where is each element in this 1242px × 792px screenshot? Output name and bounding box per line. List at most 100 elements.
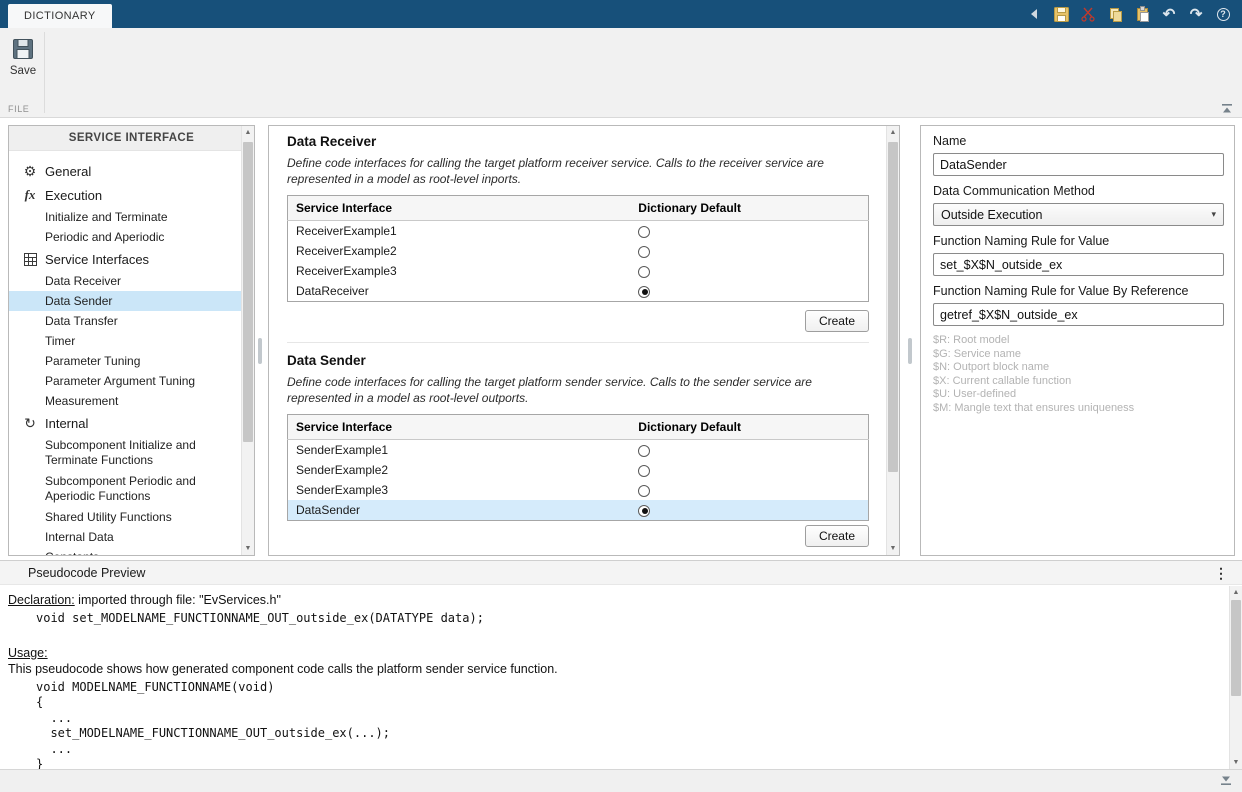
service-interface-name[interactable]: DataSender [288,500,631,521]
dictionary-default-radio[interactable] [638,246,650,258]
create-sender-button[interactable]: Create [805,525,869,547]
dictionary-default-radio[interactable] [638,226,650,238]
sidebar-item-label: Execution [45,188,102,203]
table-row[interactable]: SenderExample3 [288,480,869,500]
section-description: Define code interfaces for calling the t… [287,155,869,187]
dictionary-default-radio[interactable] [638,266,650,278]
value-rule-input[interactable] [933,253,1224,276]
sidebar-item-label: Measurement [45,394,118,408]
sidebar-item-measurement[interactable]: Measurement [9,391,241,411]
sidebar-item-subcomponent-periodic-aperiodic[interactable]: Subcomponent Periodic and Aperiodic Func… [9,471,241,507]
sidebar-item-data-sender[interactable]: Data Sender [9,291,241,311]
collapse-toolstrip-icon[interactable] [1220,103,1234,114]
create-receiver-button[interactable]: Create [805,310,869,332]
button-row: Create [287,525,869,547]
column-header-service-interface: Service Interface [288,415,631,440]
sidebar-item-subcomponent-initialize-terminate[interactable]: Subcomponent Initialize and Terminate Fu… [9,435,241,471]
copy-icon[interactable] [1106,5,1124,23]
main-panel-scrollbar[interactable]: ▲ ▼ [886,126,899,555]
collapse-down-icon [1219,775,1233,786]
service-interface-name[interactable]: SenderExample3 [288,480,631,500]
scroll-up-icon[interactable]: ▲ [242,126,254,139]
scroll-up-icon[interactable]: ▲ [887,126,899,139]
data-communication-method-select[interactable]: Outside Execution ▾ [933,203,1224,226]
clipboard-icon [1134,6,1151,23]
undo-icon[interactable]: ↶ [1160,5,1178,23]
sidebar-item-label: Subcomponent Periodic and Aperiodic Func… [45,474,231,504]
scrollbar-thumb[interactable] [1231,600,1241,696]
kebab-menu-icon[interactable]: ⋮ [1214,561,1228,585]
table-row[interactable]: ReceiverExample3 [288,261,869,281]
redo-icon[interactable]: ↷ [1187,5,1205,23]
pseudocode-scrollbar[interactable]: ▲ ▼ [1229,586,1242,769]
usage-code: void MODELNAME_FUNCTIONNAME(void) { ... … [8,680,1228,770]
sidebar-item-constants[interactable]: Constants [9,547,241,555]
data-communication-method-label: Data Communication Method [933,184,1224,198]
cut-icon[interactable] [1079,5,1097,23]
sidebar-item-timer[interactable]: Timer [9,331,241,351]
scrollbar-thumb[interactable] [888,142,898,472]
dictionary-default-radio[interactable] [638,465,650,477]
help-icon[interactable]: ? [1214,5,1232,23]
section-title: Data Sender [287,353,869,368]
ref-rule-label: Function Naming Rule for Value By Refere… [933,284,1224,298]
name-label: Name [933,134,1224,148]
grid-icon [22,253,38,266]
tab-dictionary[interactable]: DICTIONARY [8,4,112,28]
tree-panel-body: ⚙ General fx Execution Initialize and Te… [9,151,241,555]
service-interface-name[interactable]: SenderExample2 [288,460,631,480]
dictionary-default-radio[interactable] [638,445,650,457]
save-button[interactable]: Save [4,36,42,77]
sidebar-item-parameter-tuning[interactable]: Parameter Tuning [9,351,241,371]
ribbon-divider [44,32,45,113]
ribbon: Save FILE [0,28,1242,118]
hint-line: $N: Outport block name [933,361,1224,375]
sidebar-item-service-interfaces[interactable]: Service Interfaces [9,247,241,271]
service-interface-name[interactable]: ReceiverExample1 [288,221,631,242]
sidebar-item-execution[interactable]: fx Execution [9,183,241,207]
sidebar-item-general[interactable]: ⚙ General [9,159,241,183]
sidebar-item-shared-utility-functions[interactable]: Shared Utility Functions [9,507,241,527]
dictionary-default-radio[interactable] [638,286,650,298]
scroll-down-icon[interactable]: ▼ [242,542,254,555]
service-interface-name[interactable]: ReceiverExample2 [288,241,631,261]
sidebar-item-initialize-and-terminate[interactable]: Initialize and Terminate [9,207,241,227]
hint-line: $G: Service name [933,348,1224,362]
table-row[interactable]: ReceiverExample1 [288,221,869,242]
scrollbar-thumb[interactable] [243,142,253,442]
panel-resize-grip[interactable] [908,338,912,364]
toolbar-overflow-left-icon[interactable] [1025,5,1043,23]
pseudocode-preview-header: Pseudocode Preview ⋮ [0,560,1242,585]
table-row[interactable]: ReceiverExample2 [288,241,869,261]
dictionary-default-radio[interactable] [638,505,650,517]
quick-access-toolbar: ↶ ↷ ? [1025,0,1232,28]
service-interface-name[interactable]: DataReceiver [288,281,631,302]
table-row[interactable]: DataReceiver [288,281,869,302]
tree-scrollbar[interactable]: ▲ ▼ [241,126,254,555]
dictionary-default-radio[interactable] [638,485,650,497]
service-interface-name[interactable]: SenderExample1 [288,440,631,461]
paste-icon[interactable] [1133,5,1151,23]
collapse-panel-icon[interactable] [1219,775,1233,786]
table-row[interactable]: SenderExample1 [288,440,869,461]
ref-rule-input[interactable] [933,303,1224,326]
sidebar-item-data-receiver[interactable]: Data Receiver [9,271,241,291]
usage-label: Usage: [8,646,48,660]
scroll-down-icon[interactable]: ▼ [887,542,899,555]
save-icon[interactable] [1052,5,1070,23]
sidebar-item-internal-data[interactable]: Internal Data [9,527,241,547]
table-row-selected[interactable]: DataSender [288,500,869,521]
section-description: Define code interfaces for calling the t… [287,374,869,406]
scroll-down-icon[interactable]: ▼ [1230,756,1242,769]
table-row[interactable]: SenderExample2 [288,460,869,480]
scroll-up-icon[interactable]: ▲ [1230,586,1242,599]
panel-resize-grip[interactable] [258,338,262,364]
service-interface-name[interactable]: ReceiverExample3 [288,261,631,281]
sidebar-item-data-transfer[interactable]: Data Transfer [9,311,241,331]
name-input[interactable] [933,153,1224,176]
sidebar-item-internal[interactable]: ↻ Internal [9,411,241,435]
hint-line: $R: Root model [933,334,1224,348]
sidebar-item-label: Internal [45,416,88,431]
sidebar-item-parameter-argument-tuning[interactable]: Parameter Argument Tuning [9,371,241,391]
sidebar-item-periodic-and-aperiodic[interactable]: Periodic and Aperiodic [9,227,241,247]
